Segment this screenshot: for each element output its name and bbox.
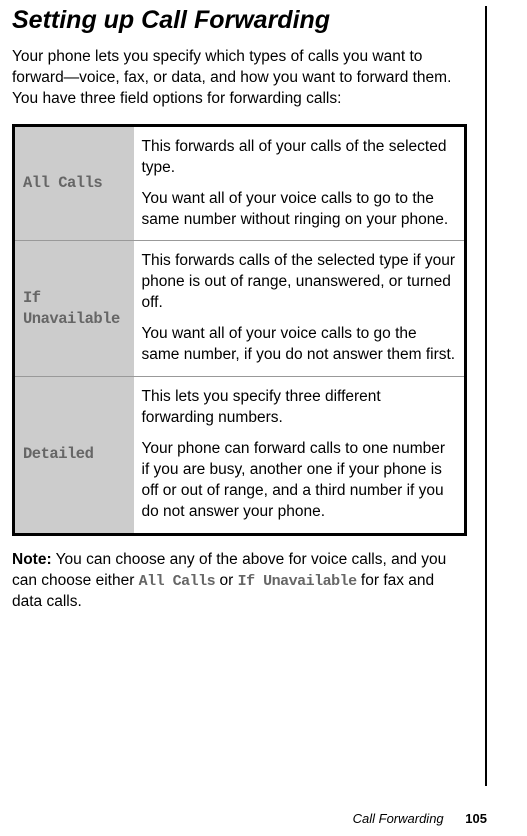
footer-section-label: Call Forwarding — [353, 811, 444, 826]
option-desc-text: This forwards calls of the selected type… — [142, 251, 457, 314]
note-mono-all-calls: All Calls — [139, 573, 216, 590]
page: Setting up Call Forwarding Your phone le… — [0, 0, 527, 836]
option-desc-text: Your phone can forward calls to one numb… — [142, 439, 457, 523]
table-row: All Calls This forwards all of your call… — [14, 125, 466, 241]
footer-page-number: 105 — [465, 811, 487, 826]
option-desc-if-unavailable: This forwards calls of the selected type… — [134, 241, 466, 377]
note-paragraph: Note: You can choose any of the above fo… — [12, 550, 467, 613]
option-desc-detailed: This lets you specify three different fo… — [134, 377, 466, 535]
option-desc-all-calls: This forwards all of your calls of the s… — [134, 125, 466, 241]
note-prefix: Note: — [12, 551, 52, 568]
option-label-if-unavailable: If Unavailable — [14, 241, 134, 377]
table-row: Detailed This lets you specify three dif… — [14, 377, 466, 535]
page-heading: Setting up Call Forwarding — [12, 6, 467, 35]
option-desc-text: You want all of your voice calls to go t… — [142, 324, 457, 366]
intro-paragraph: Your phone lets you specify which types … — [12, 47, 467, 110]
options-table: All Calls This forwards all of your call… — [12, 124, 467, 536]
table-row: If Unavailable This forwards calls of th… — [14, 241, 466, 377]
note-mono-if-unavailable: If Unavailable — [238, 573, 357, 590]
option-desc-text: You want all of your voice calls to go t… — [142, 189, 457, 231]
option-desc-text: This forwards all of your calls of the s… — [142, 137, 457, 179]
option-label-all-calls: All Calls — [14, 125, 134, 241]
option-label-detailed: Detailed — [14, 377, 134, 535]
content-column: Setting up Call Forwarding Your phone le… — [12, 6, 487, 786]
note-text: or — [215, 572, 237, 589]
page-footer: Call Forwarding 105 — [353, 811, 487, 826]
option-desc-text: This lets you specify three different fo… — [142, 387, 457, 429]
